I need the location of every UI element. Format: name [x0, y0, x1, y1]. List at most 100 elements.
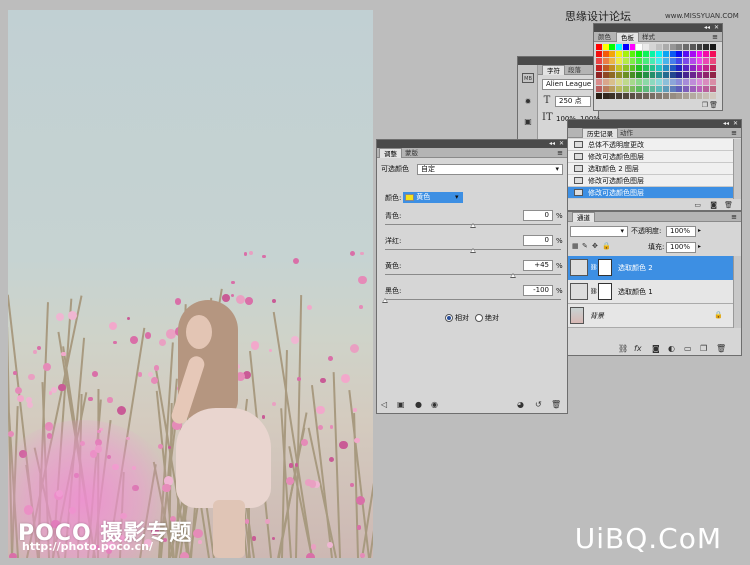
visibility-eye-icon[interactable]: ◉: [431, 400, 438, 410]
color-swatch[interactable]: [709, 72, 716, 79]
trash-icon[interactable]: 🗑: [551, 400, 561, 410]
color-swatch[interactable]: [696, 44, 703, 51]
swatch-grid[interactable]: [596, 44, 718, 102]
color-swatch[interactable]: [689, 86, 696, 93]
color-swatch[interactable]: [622, 93, 629, 100]
preset-select[interactable]: 自定 ▾: [417, 164, 563, 175]
color-swatch[interactable]: [609, 51, 616, 58]
color-swatch[interactable]: [703, 51, 710, 58]
color-swatch[interactable]: [709, 93, 716, 100]
opacity-field[interactable]: 100%: [666, 226, 696, 237]
color-swatch[interactable]: [602, 79, 609, 86]
color-swatch[interactable]: [709, 51, 716, 58]
clip-layer-icon[interactable]: ●: [415, 400, 422, 410]
color-swatch[interactable]: [629, 86, 636, 93]
color-swatch[interactable]: [663, 93, 669, 100]
color-swatch[interactable]: [642, 58, 649, 65]
color-swatch[interactable]: [602, 58, 609, 65]
color-swatch[interactable]: [649, 58, 656, 65]
layer-mask-thumbnail[interactable]: [598, 283, 612, 300]
color-swatch[interactable]: [649, 44, 656, 51]
color-swatch[interactable]: [656, 86, 663, 93]
color-swatch[interactable]: [709, 44, 716, 51]
blend-mode-select[interactable]: ▾: [570, 226, 628, 237]
color-swatch[interactable]: [663, 44, 669, 51]
color-swatch[interactable]: [656, 65, 663, 72]
swatches-panel-titlebar[interactable]: ◂◂ ✕: [594, 24, 722, 32]
color-swatch[interactable]: [696, 79, 703, 86]
lock-transparency-icon[interactable]: ▦: [572, 241, 579, 251]
color-swatch[interactable]: [596, 79, 602, 86]
fill-dropdown-icon[interactable]: ▸: [698, 243, 701, 250]
color-swatch[interactable]: [596, 86, 602, 93]
adjustments-panel-titlebar[interactable]: ◂◂ ✕: [377, 140, 567, 148]
tab-character[interactable]: 字符: [542, 65, 565, 75]
new-layer-icon[interactable]: ❐: [700, 344, 707, 354]
reset-icon[interactable]: ↺: [535, 400, 542, 410]
color-swatch[interactable]: [663, 51, 669, 58]
color-swatch[interactable]: [596, 51, 602, 58]
history-item[interactable]: 修改可选颜色图层: [568, 187, 734, 199]
color-swatch[interactable]: [629, 44, 636, 51]
font-family-field[interactable]: Alien League: [542, 79, 596, 90]
color-swatch[interactable]: [676, 65, 683, 72]
color-swatch[interactable]: [669, 65, 676, 72]
expand-view-icon[interactable]: ▣: [397, 400, 405, 410]
color-swatch[interactable]: [683, 44, 689, 51]
color-swatch[interactable]: [683, 86, 689, 93]
color-swatch[interactable]: [629, 72, 636, 79]
color-swatch[interactable]: [703, 58, 710, 65]
color-swatch[interactable]: [622, 72, 629, 79]
color-swatch[interactable]: [642, 79, 649, 86]
color-swatch[interactable]: [609, 44, 616, 51]
document-canvas[interactable]: POCO 摄影专题 http://photo.poco.cn/: [8, 10, 373, 558]
color-swatch[interactable]: [609, 79, 616, 86]
color-swatch[interactable]: [616, 44, 622, 51]
fx-icon[interactable]: fx: [634, 344, 642, 354]
color-swatch[interactable]: [663, 79, 669, 86]
color-swatch[interactable]: [616, 79, 622, 86]
slider-thumb[interactable]: [509, 273, 516, 278]
color-swatch[interactable]: [636, 79, 643, 86]
color-swatch[interactable]: [616, 93, 622, 100]
color-swatch[interactable]: [642, 86, 649, 93]
collapse-icon[interactable]: ◂◂: [704, 24, 710, 32]
previous-state-icon[interactable]: ◕: [517, 400, 524, 410]
color-swatch[interactable]: [683, 65, 689, 72]
tab-channels[interactable]: 通道: [572, 212, 595, 222]
color-swatch[interactable]: [689, 93, 696, 100]
color-swatch[interactable]: [676, 51, 683, 58]
color-select[interactable]: 黄色: [403, 192, 463, 203]
color-swatch[interactable]: [602, 93, 609, 100]
color-swatch[interactable]: [676, 44, 683, 51]
gear-icon[interactable]: ✹: [522, 97, 534, 107]
color-swatch[interactable]: [609, 65, 616, 72]
layers-scrollbar[interactable]: [733, 256, 741, 328]
history-panel-titlebar[interactable]: ◂◂ ✕: [568, 120, 741, 128]
color-swatch[interactable]: [669, 44, 676, 51]
color-swatch[interactable]: [696, 65, 703, 72]
trash-icon[interactable]: 🗑: [724, 200, 733, 210]
layer-name[interactable]: 选取颜色 1: [618, 288, 653, 297]
color-swatch[interactable]: [622, 86, 629, 93]
slider-value-field[interactable]: 0: [523, 210, 553, 221]
color-swatch[interactable]: [703, 79, 710, 86]
collapse-icon[interactable]: ◂◂: [723, 120, 729, 128]
color-swatch[interactable]: [649, 79, 656, 86]
panel-menu-icon[interactable]: ≡: [731, 212, 737, 222]
back-arrow-icon[interactable]: ◁: [381, 400, 387, 410]
color-swatch[interactable]: [656, 44, 663, 51]
color-swatch[interactable]: [609, 58, 616, 65]
color-swatch[interactable]: [642, 65, 649, 72]
color-swatch[interactable]: [636, 65, 643, 72]
color-swatch[interactable]: [669, 79, 676, 86]
color-swatch[interactable]: [649, 51, 656, 58]
color-swatch[interactable]: [609, 93, 616, 100]
chevron-down-icon[interactable]: ▾: [455, 193, 459, 201]
color-swatch[interactable]: [656, 58, 663, 65]
color-swatch[interactable]: [602, 86, 609, 93]
font-size-field[interactable]: 250 点: [555, 96, 591, 107]
close-icon[interactable]: ✕: [714, 24, 719, 32]
fill-field[interactable]: 100%: [666, 242, 696, 253]
layer-row-background[interactable]: 背景 🔒: [568, 304, 734, 328]
